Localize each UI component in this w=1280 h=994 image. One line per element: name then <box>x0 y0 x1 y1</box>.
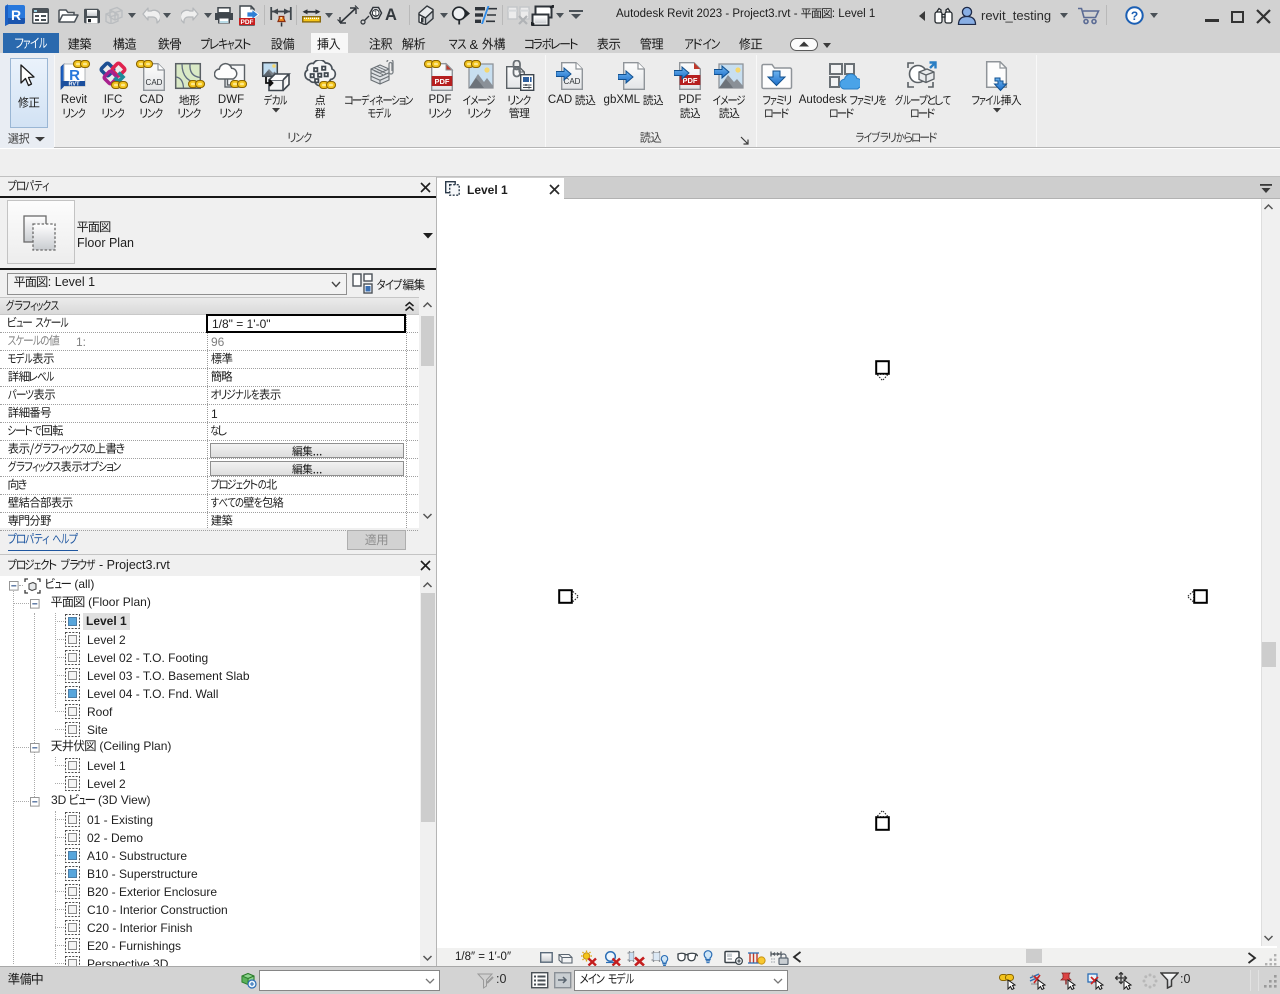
svg-text:PDF: PDF <box>241 19 254 26</box>
svg-text:?: ? <box>1131 9 1138 23</box>
svg-text:R: R <box>11 7 21 23</box>
svg-text:RVT: RVT <box>69 82 81 88</box>
svg-text:PDF: PDF <box>683 76 698 85</box>
svg-text:CAD: CAD <box>145 78 162 87</box>
svg-text:PDF: PDF <box>435 77 450 86</box>
svg-text:1: 1 <box>374 9 378 18</box>
